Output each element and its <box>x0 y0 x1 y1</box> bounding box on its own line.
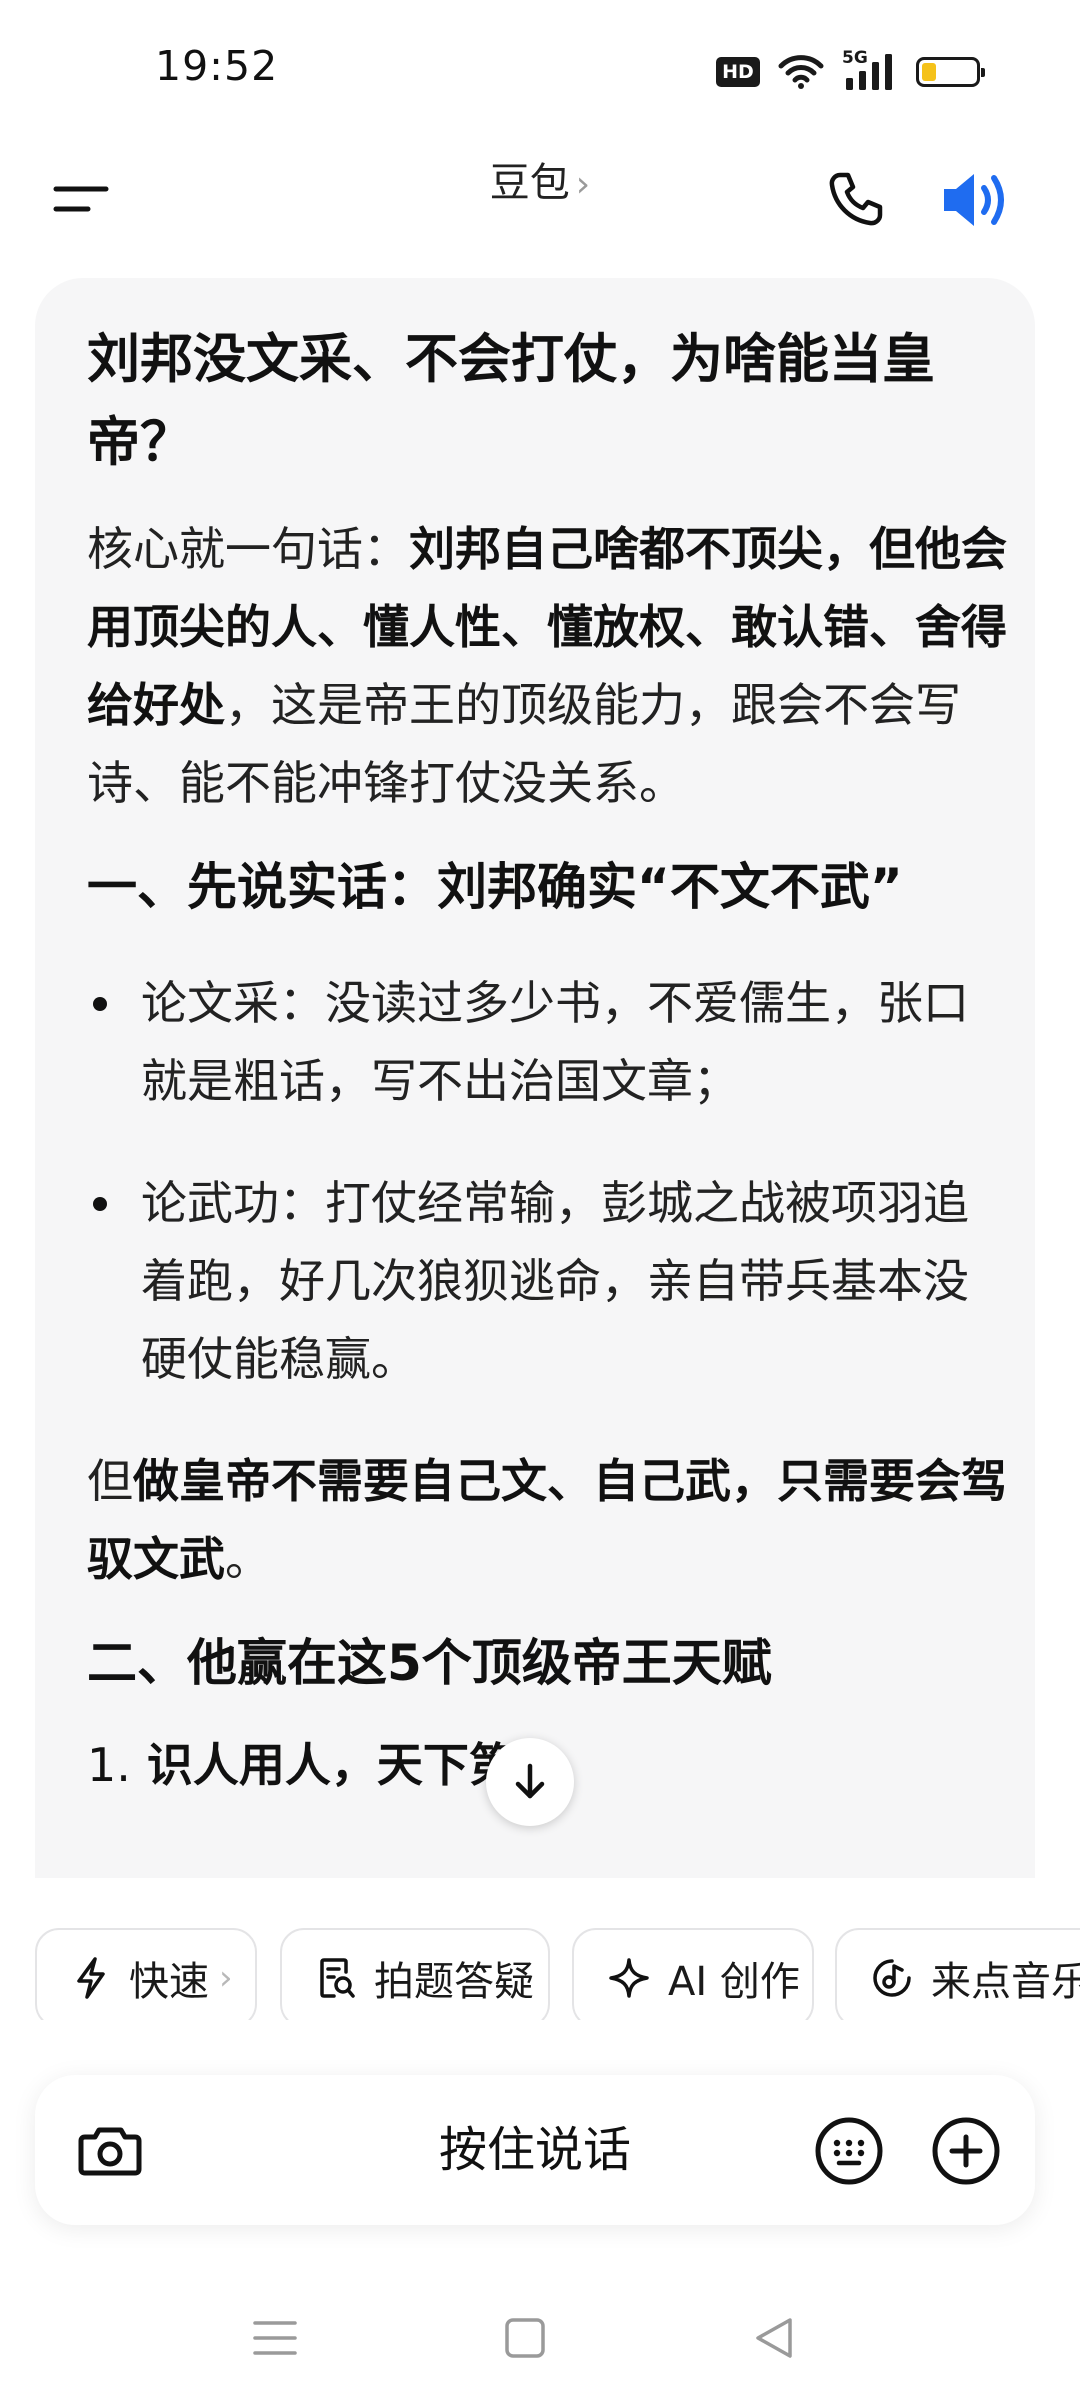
nav-home-icon <box>505 2318 545 2358</box>
chip-ai-create[interactable]: AI 创作 <box>572 1928 814 2020</box>
page-title: 豆包 <box>489 160 570 206</box>
title-chevron-icon: › <box>575 164 591 205</box>
chip-fast-mode[interactable]: 快速 › <box>35 1928 257 2020</box>
scroll-to-bottom-button[interactable] <box>486 1738 574 1826</box>
signal-bars-icon <box>846 54 892 90</box>
app-header: 豆包 › <box>0 140 1080 270</box>
list-item: 论文采：没读过多少书，不爱儒生，张口就是粗话，写不出治国文章； <box>87 964 1007 1120</box>
phone-icon <box>829 172 883 226</box>
lightning-icon <box>77 1957 105 1999</box>
message-title: 刘邦没文采、不会打仗，为啥能当皇帝？ <box>87 329 935 473</box>
system-nav-bar <box>0 2280 1080 2400</box>
header-title-area[interactable]: 豆包 › <box>0 150 1080 208</box>
arrow-down-icon <box>515 1763 545 1799</box>
assistant-message-card: 刘邦没文采、不会打仗，为啥能当皇帝？ 核心就一句话：刘邦自己啥都不顶尖，但他会用… <box>35 278 1035 1878</box>
keyboard-toggle-button[interactable] <box>813 2115 885 2187</box>
battery-icon <box>916 57 985 87</box>
camera-button[interactable] <box>75 2115 145 2185</box>
status-time: 19:52 <box>155 42 279 90</box>
chip-music[interactable]: 来点音乐 <box>835 1928 1080 2020</box>
status-icons: HD 5G <box>716 48 985 94</box>
keyboard-icon <box>815 2117 883 2185</box>
hold-to-talk-button[interactable]: 按住说话 <box>335 2110 735 2190</box>
section-heading-1: 一、先说实话：刘邦确实“不文不武” <box>87 858 903 916</box>
wifi-icon <box>778 55 824 89</box>
plus-icon <box>932 2117 1000 2185</box>
message-conclusion: 但做皇帝不需要自己文、自己武，只需要会驾驭文武。 <box>87 1454 1007 1586</box>
status-bar: 19:52 HD 5G <box>0 0 1080 140</box>
speaker-toggle-button[interactable] <box>938 162 1018 238</box>
quick-actions-bar: 快速 › 拍题答疑 AI 创作 来点音乐 <box>0 1880 1080 2020</box>
music-note-icon <box>873 1959 911 1997</box>
input-bar: 按住说话 <box>35 2075 1035 2225</box>
hd-badge: HD <box>716 57 760 87</box>
chevron-right-icon: › <box>219 1958 233 1998</box>
list-item: 论武功：打仗经常输，彭城之战被项羽追着跑，好几次狼狈逃命，亲自带兵基本没硬仗能稳… <box>87 1164 1007 1398</box>
battery-level <box>922 63 937 81</box>
section-heading-2: 二、他赢在这5个顶级帝王天赋 <box>87 1634 772 1692</box>
nav-back-button[interactable] <box>745 2308 805 2368</box>
nav-recents-button[interactable] <box>245 2308 305 2368</box>
chip-photo-question[interactable]: 拍题答疑 <box>280 1928 550 2020</box>
speaker-icon <box>944 174 1004 226</box>
nav-menu-icon <box>253 2321 297 2355</box>
camera-icon <box>78 2127 142 2176</box>
bullet-list: 论文采：没读过多少书，不爱儒生，张口就是粗话，写不出治国文章； 论武功：打仗经常… <box>87 964 1007 1398</box>
message-content: 刘邦没文采、不会打仗，为啥能当皇帝？ 核心就一句话：刘邦自己啥都不顶尖，但他会用… <box>87 318 1007 1802</box>
phone-call-button[interactable] <box>820 165 890 235</box>
message-intro: 核心就一句话：刘邦自己啥都不顶尖，但他会用顶尖的人、懂人性、懂放权、敢认错、舍得… <box>87 522 1007 810</box>
add-attachment-button[interactable] <box>930 2115 1002 2187</box>
cellular-signal: 5G <box>842 48 898 92</box>
sparkle-icon <box>609 1958 649 1998</box>
nav-home-button[interactable] <box>495 2308 555 2368</box>
nav-back-icon <box>756 2318 792 2358</box>
question-scan-icon <box>320 1958 355 1998</box>
screen: 19:52 HD 5G 豆包 › 刘邦没文采、不会打仗，为啥能当皇帝？ 核心就一… <box>0 0 1080 2400</box>
